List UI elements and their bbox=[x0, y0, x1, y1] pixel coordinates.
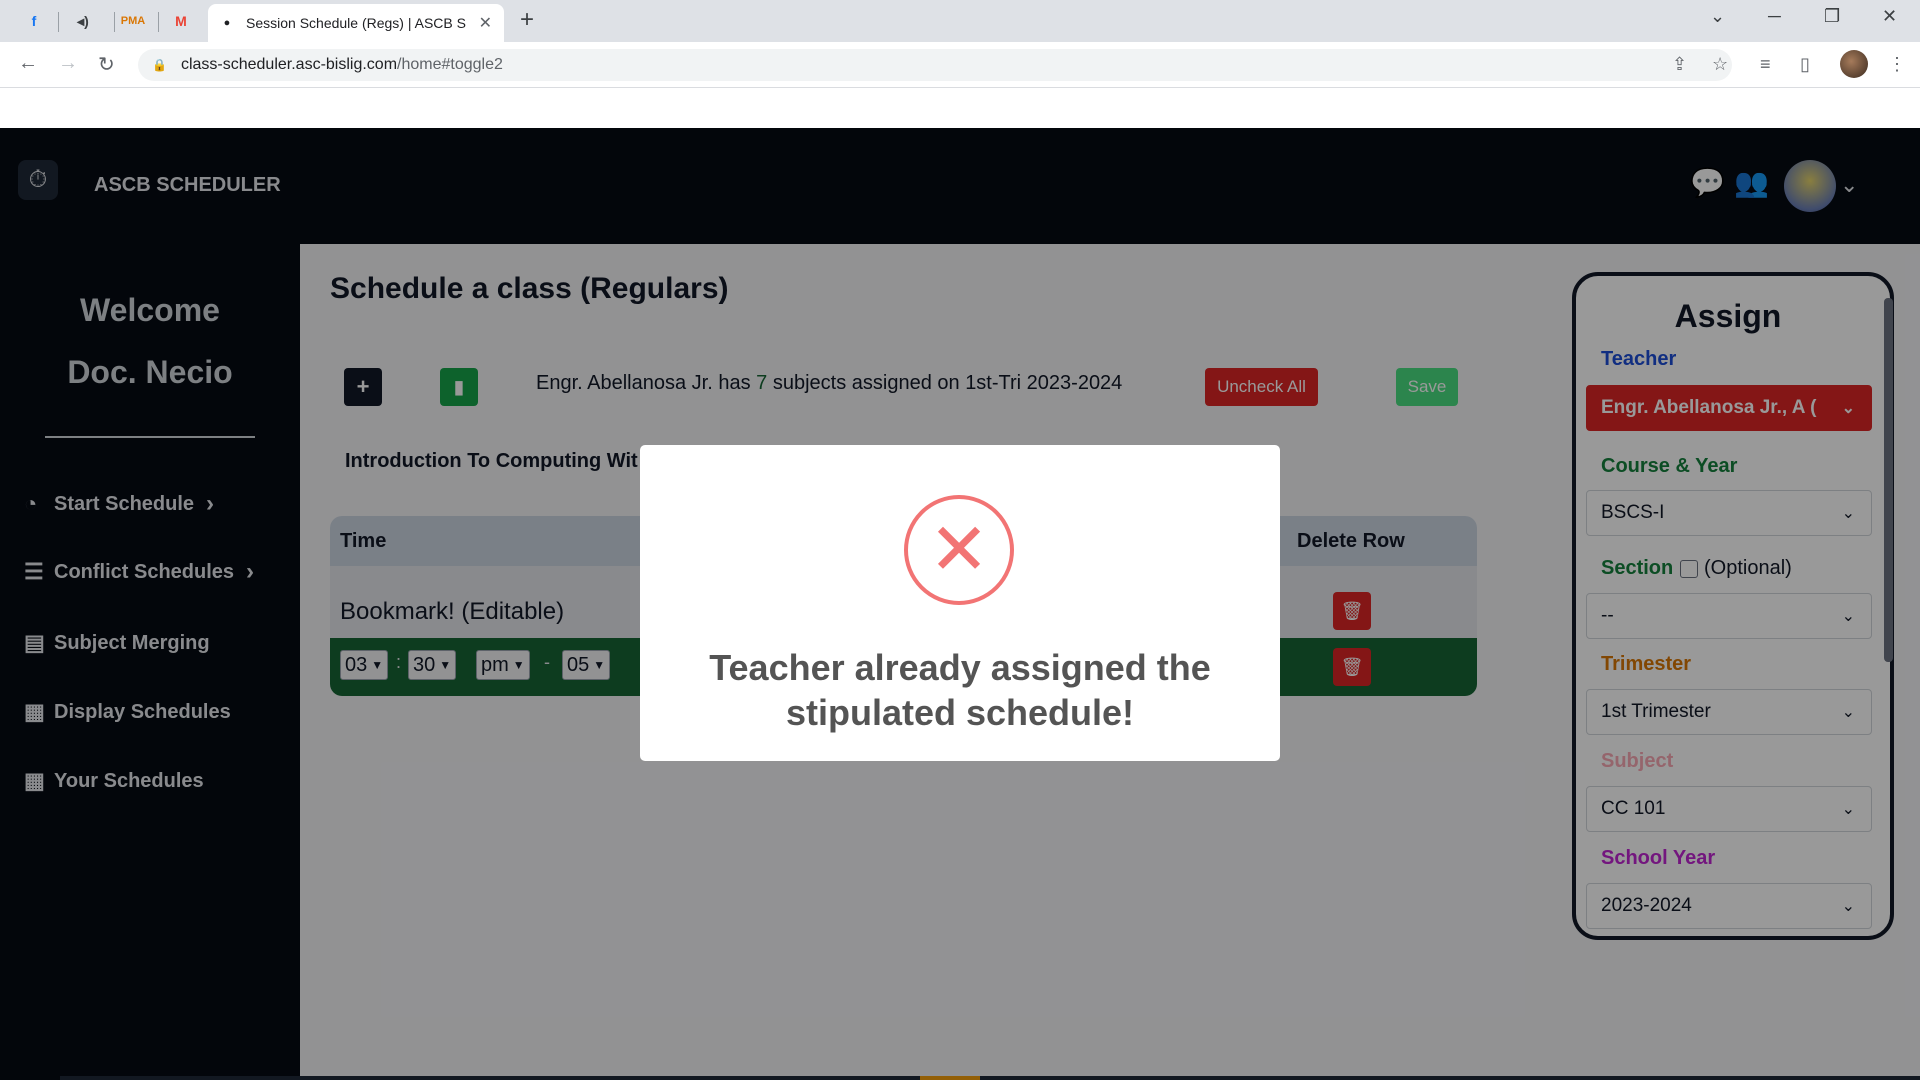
tab-separator bbox=[58, 12, 59, 32]
tab-title: Session Schedule (Regs) | ASCB S bbox=[246, 15, 466, 31]
close-window-icon[interactable]: ✕ bbox=[1882, 6, 1897, 27]
browser-profile-avatar[interactable] bbox=[1840, 50, 1868, 78]
close-tab-icon[interactable]: ✕ bbox=[479, 13, 492, 33]
pma-icon[interactable]: PMA bbox=[120, 8, 146, 34]
restore-icon[interactable]: ❐ bbox=[1824, 6, 1840, 27]
site-favicon-icon: ● bbox=[223, 17, 231, 29]
side-panel-icon[interactable]: ▯ bbox=[1800, 54, 1810, 75]
new-tab-icon[interactable]: + bbox=[520, 6, 534, 34]
browser-menu-icon[interactable]: ⋮ bbox=[1888, 54, 1906, 75]
share-icon[interactable]: ⇪ bbox=[1672, 54, 1687, 75]
lock-icon: 🔒 bbox=[152, 58, 167, 72]
tab-search-icon[interactable]: ⌄ bbox=[1710, 6, 1725, 27]
reload-icon[interactable]: ↻ bbox=[98, 52, 115, 77]
tab-separator bbox=[158, 12, 159, 32]
tab-separator bbox=[114, 12, 115, 32]
forward-icon[interactable]: → bbox=[58, 52, 78, 75]
mute-icon[interactable]: ◂) bbox=[70, 8, 96, 34]
url-path: /home#toggle2 bbox=[397, 56, 503, 73]
error-x-icon: ✕ bbox=[904, 495, 1014, 605]
bookmark-star-icon[interactable]: ☆ bbox=[1712, 54, 1728, 75]
error-message: Teacher already assigned the stipulated … bbox=[709, 647, 1211, 733]
gmail-icon[interactable]: M bbox=[168, 8, 194, 34]
reading-list-icon[interactable]: ≡ bbox=[1760, 54, 1771, 75]
back-icon[interactable]: ← bbox=[18, 52, 38, 75]
active-browser-tab[interactable]: ● Session Schedule (Regs) | ASCB S ✕ bbox=[208, 4, 504, 42]
url-input[interactable]: 🔒 class-scheduler.asc-bislig.com/home#to… bbox=[138, 49, 1732, 81]
facebook-icon[interactable]: f bbox=[21, 8, 47, 34]
error-dialog: ✕ Teacher already assigned the stipulate… bbox=[640, 445, 1280, 761]
minimize-icon[interactable]: ─ bbox=[1768, 6, 1781, 27]
url-domain: class-scheduler.asc-bislig.com bbox=[180, 56, 398, 73]
